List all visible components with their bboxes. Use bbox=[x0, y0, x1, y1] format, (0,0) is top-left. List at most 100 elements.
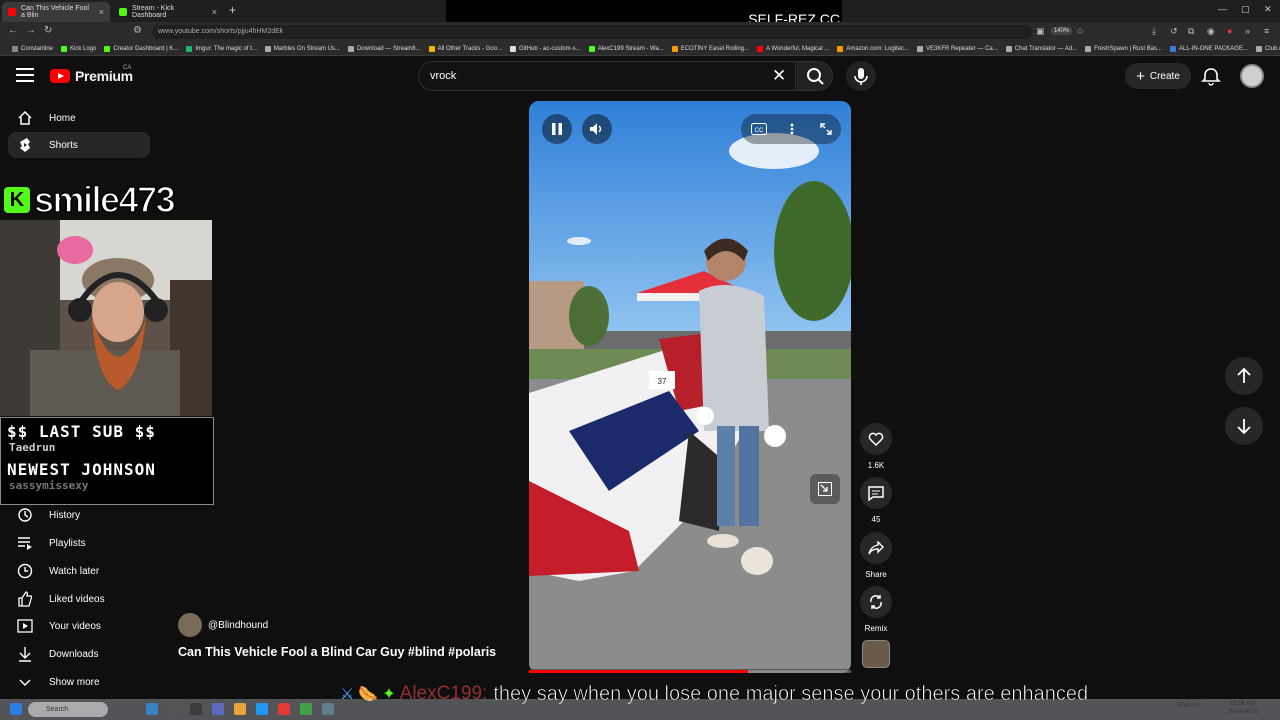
bookmark-item[interactable]: Imgur: The magic of t... bbox=[182, 45, 261, 52]
sidebar-item-your-videos[interactable]: Your videos bbox=[8, 613, 150, 639]
forward-icon[interactable]: → bbox=[26, 25, 36, 36]
zoom-badge[interactable]: 140% bbox=[1051, 27, 1073, 35]
profile-icon[interactable]: ◉ bbox=[1207, 26, 1215, 37]
picture-in-picture-icon bbox=[818, 482, 832, 496]
star-icon[interactable]: ☆ bbox=[1076, 26, 1084, 37]
taskbar-app-icon[interactable] bbox=[190, 703, 202, 715]
downloads-icon[interactable]: ⤓ bbox=[1152, 26, 1156, 37]
remix-button[interactable]: Remix bbox=[860, 586, 892, 633]
sidebar-item-downloads[interactable]: Downloads bbox=[8, 641, 150, 667]
car-number-sign: 37 bbox=[658, 377, 667, 386]
screen: Can This Vehicle Fool a Blin × Stream - … bbox=[0, 0, 1280, 720]
sidebar-item-shorts[interactable]: Shorts bbox=[8, 132, 150, 158]
voice-search-button[interactable] bbox=[846, 61, 876, 91]
sidebar-item-label: Playlists bbox=[49, 537, 86, 549]
sound-thumbnail[interactable] bbox=[862, 640, 890, 668]
share-label: Share bbox=[865, 570, 887, 579]
clock[interactable]: 12:58 AM bbox=[1230, 701, 1255, 707]
extensions-icon[interactable]: ⧉ bbox=[1188, 26, 1194, 37]
shorts-video-player[interactable]: 37 bbox=[529, 101, 851, 673]
bookmark-item[interactable]: GitHub - ac-custom-s... bbox=[506, 45, 585, 52]
bookmark-label: Chat Translator — Ad... bbox=[1014, 45, 1078, 52]
captions-button[interactable]: CC bbox=[744, 114, 774, 144]
bookmark-item[interactable]: ALL-IN-ONE PACKAGE... bbox=[1166, 45, 1252, 52]
bookmark-item[interactable]: All Other Tracks - Goo... bbox=[425, 45, 506, 52]
youtube-premium-logo[interactable]: Premium CA bbox=[50, 65, 133, 84]
comments-button[interactable]: 45 bbox=[860, 477, 892, 524]
minimize-button[interactable]: — bbox=[1218, 4, 1227, 14]
start-icon[interactable] bbox=[10, 703, 22, 715]
close-icon[interactable]: × bbox=[99, 7, 104, 17]
reload-icon[interactable]: ↻ bbox=[44, 25, 52, 36]
bookmark-item[interactable]: ECOTINY Easel Rolling... bbox=[668, 45, 753, 52]
sidebar-item-home[interactable]: Home bbox=[8, 105, 150, 131]
history-icon[interactable]: ↺ bbox=[1170, 26, 1178, 37]
sidebar-item-playlists[interactable]: Playlists bbox=[8, 530, 150, 556]
maximize-button[interactable]: ▢ bbox=[1241, 4, 1250, 15]
bookmark-item[interactable]: Creator Dashboard | K... bbox=[100, 45, 182, 52]
bookmark-item[interactable]: Marbles On Stream Us... bbox=[261, 45, 344, 52]
bookmark-item[interactable]: Download — Stream8... bbox=[344, 45, 425, 52]
bookmark-item[interactable]: FreshSpawn | Rust Bas... bbox=[1081, 45, 1166, 52]
search-button[interactable] bbox=[797, 61, 833, 91]
bookmark-item[interactable]: Chat Translator — Ad... bbox=[1002, 45, 1081, 52]
sidebar-item-history[interactable]: History bbox=[8, 502, 150, 528]
window-close-button[interactable]: ✕ bbox=[1264, 4, 1272, 15]
short-title: Can This Vehicle Fool a Blind Car Guy #b… bbox=[178, 645, 497, 659]
bookmark-item[interactable]: Club.com bbox=[1252, 45, 1280, 52]
create-button[interactable]: + Create bbox=[1125, 63, 1191, 89]
language-indicator[interactable]: ENG US bbox=[1178, 703, 1201, 709]
date[interactable]: 2024-08-20 bbox=[1228, 709, 1259, 715]
back-icon[interactable]: ← bbox=[8, 25, 18, 36]
url-field[interactable]: www.youtube.com/shorts/pjju4hHM2dEk bbox=[152, 25, 1032, 39]
taskbar-app-icon[interactable] bbox=[212, 703, 224, 715]
channel-avatar[interactable] bbox=[178, 613, 202, 637]
tab-youtube-short[interactable]: Can This Vehicle Fool a Blin × bbox=[2, 2, 110, 22]
taskbar-search[interactable]: Search bbox=[28, 702, 108, 717]
notifications-button[interactable] bbox=[1200, 66, 1222, 86]
taskbar-app-icon[interactable] bbox=[168, 703, 180, 715]
cast-icon[interactable]: ▣ bbox=[1036, 26, 1045, 37]
bookmark-item[interactable]: VE3KFR Repeater — Ca... bbox=[913, 45, 1002, 52]
more-tabs-icon[interactable]: » bbox=[1245, 26, 1250, 36]
taskbar-app-icon[interactable] bbox=[300, 703, 312, 715]
taskbar-app-icon[interactable] bbox=[234, 703, 246, 715]
bookmark-item[interactable]: A Wonderful, Magical ... bbox=[753, 45, 833, 52]
pause-button[interactable] bbox=[542, 114, 572, 144]
bookmark-item[interactable]: AlexC199 Stream - Wa... bbox=[585, 45, 668, 52]
volume-button[interactable] bbox=[582, 114, 612, 144]
new-tab-button[interactable]: + bbox=[229, 3, 236, 17]
site-info-icon[interactable]: ⚙ bbox=[133, 25, 142, 36]
browser-menu-icon[interactable]: ≡ bbox=[1264, 26, 1269, 36]
like-button[interactable]: 1.6K bbox=[860, 423, 892, 470]
taskbar-app-icon[interactable] bbox=[256, 703, 268, 715]
record-icon[interactable]: ● bbox=[1227, 26, 1232, 36]
video-progress-bar[interactable] bbox=[529, 670, 851, 673]
next-short-button[interactable] bbox=[1225, 407, 1263, 445]
fullscreen-button[interactable] bbox=[811, 114, 841, 144]
account-avatar[interactable] bbox=[1240, 64, 1264, 88]
share-button[interactable]: Share bbox=[860, 532, 892, 579]
search-input[interactable]: vrock ✕ bbox=[418, 61, 796, 91]
tab-kick-dashboard[interactable]: Stream - Kick Dashboard × bbox=[113, 2, 223, 22]
sidebar-item-watch-later[interactable]: Watch later bbox=[8, 558, 150, 584]
taskbar-app-icon[interactable] bbox=[322, 703, 334, 715]
pip-button[interactable] bbox=[810, 474, 840, 504]
sidebar-item-label: Watch later bbox=[49, 565, 100, 577]
address-bar-row: ← → ↻ ⚙ www.youtube.com/shorts/pjju4hHM2… bbox=[0, 22, 1280, 42]
taskbar-app-icon[interactable] bbox=[278, 703, 290, 715]
more-options-button[interactable] bbox=[777, 114, 807, 144]
bookmark-item[interactable]: Kick Logo bbox=[57, 45, 100, 52]
sidebar-item-show-more[interactable]: Show more bbox=[8, 669, 150, 695]
sidebar-item-liked-videos[interactable]: Liked videos bbox=[8, 586, 150, 612]
taskbar-app-icon[interactable] bbox=[146, 703, 158, 715]
previous-short-button[interactable] bbox=[1225, 357, 1263, 395]
country-code: CA bbox=[123, 65, 132, 71]
bookmark-item[interactable]: Constantine bbox=[8, 45, 57, 52]
clear-search-icon[interactable]: ✕ bbox=[772, 66, 786, 86]
close-icon[interactable]: × bbox=[212, 7, 217, 17]
channel-handle[interactable]: @Blindhound bbox=[208, 620, 268, 631]
hamburger-menu-icon[interactable] bbox=[16, 68, 34, 82]
channel-info[interactable]: @Blindhound bbox=[178, 613, 268, 637]
bookmark-item[interactable]: Amazon.com: Logitec... bbox=[833, 45, 913, 52]
